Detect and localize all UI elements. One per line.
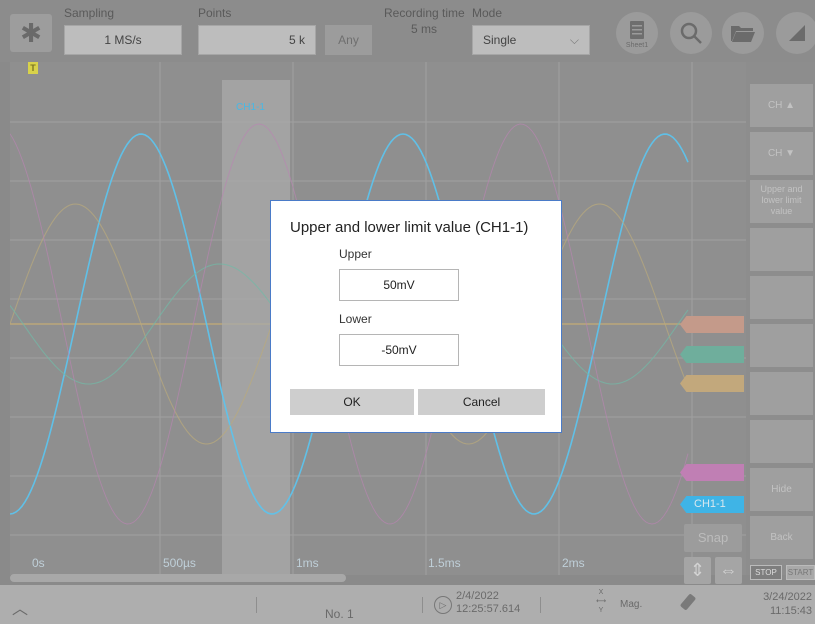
search-icon[interactable] [670,12,712,54]
hide-button[interactable]: Hide [750,468,813,511]
side-button-empty[interactable] [750,372,813,415]
upper-label: Upper [339,247,372,261]
band-label: CH1-1 [236,102,265,113]
play-icon: ▷ [434,596,452,614]
side-panel: CH ▲ CH ▼ Upper and lower limit value Hi… [746,62,815,575]
channel-tag[interactable] [680,346,744,363]
ch-up-button[interactable]: CH ▲ [750,84,813,127]
side-button-empty[interactable] [750,420,813,463]
mode-label: Mode [472,6,503,20]
x-tick: 1.5ms [428,556,461,570]
side-button-empty[interactable] [750,324,813,367]
points-field[interactable]: 5 k [198,25,316,55]
limit-value-button[interactable]: Upper and lower limit value [750,180,813,223]
sampling-label: Sampling [64,6,115,20]
mode-value: Single [483,33,517,47]
ch-down-button[interactable]: CH ▼ [750,132,813,175]
x-tick: 0s [32,556,45,570]
ok-button[interactable]: OK [290,389,414,415]
mode-select[interactable]: Single ⌵ [472,25,590,55]
xy-mag-icon[interactable]: X ⟷ Y [586,588,616,622]
separator [256,597,257,613]
channel-tag[interactable] [680,375,744,392]
channel-tag-ch1-1[interactable]: CH1-1 [680,496,744,513]
top-toolbar: ✱ Sampling 1 MS/s Points 5 k Any Recordi… [0,0,815,62]
start-button[interactable]: START [786,565,815,580]
axis-y-label: Y [598,607,604,614]
upper-input[interactable]: 50mV [339,269,459,301]
gear-icon[interactable]: ✱ [10,14,52,52]
horizontal-arrows-icon[interactable]: ⇔ [715,557,742,584]
trigger-date: 2/4/2022 [456,590,499,602]
any-button[interactable]: Any [325,25,372,55]
clock: 3/24/2022 11:15:43 [760,590,812,618]
status-bar: ︿ No. 1 ▷ 2/4/2022 12:25:57.614 X ⟷ Y Ma… [0,585,815,624]
back-button[interactable]: Back [750,516,813,559]
channel-tag[interactable] [680,316,744,333]
points-label: Points [198,6,232,20]
snap-button[interactable]: Snap [684,524,742,552]
folder-open-icon[interactable] [722,12,764,54]
limit-value-dialog: Upper and lower limit value (CH1-1) Uppe… [270,200,562,433]
expand-icon[interactable] [776,12,815,54]
separator [422,597,423,613]
recording-time-label: Recording time [384,6,465,20]
vertical-arrows-icon[interactable]: ⇕ [684,557,711,584]
mag-label: Mag. [620,599,643,610]
clock-time: 11:15:43 [769,605,812,617]
separator [540,597,541,613]
cancel-button[interactable]: Cancel [418,389,545,415]
side-button-empty[interactable] [750,228,813,271]
trigger-time: 12:25:57.614 [456,603,521,615]
recording-time-value: 5 ms [410,22,437,36]
x-tick: 500µs [163,556,196,570]
dialog-title: Upper and lower limit value (CH1-1) [290,219,529,236]
x-tick: 2ms [562,556,585,570]
record-number: No. 1 [325,607,354,621]
lower-label: Lower [339,312,372,326]
axis-x-label: X [598,589,604,596]
trigger-marker[interactable]: T [28,62,38,74]
trigger-timestamp: 2/4/2022 12:25:57.614 [456,590,520,616]
sheet-label: Sheet1 [625,42,649,49]
sheet-icon[interactable]: Sheet1 [616,12,658,54]
clock-date: 3/24/2022 [763,591,812,603]
x-tick: 1ms [296,556,319,570]
usb-icon [678,592,698,619]
chevron-down-icon: ⌵ [569,33,579,47]
stop-button[interactable]: STOP [750,565,782,580]
horizontal-scrollbar[interactable] [10,574,346,582]
chevron-up-icon[interactable]: ︿ [12,595,28,619]
channel-tag[interactable] [680,464,744,481]
sampling-field[interactable]: 1 MS/s [64,25,182,55]
lower-input[interactable]: -50mV [339,334,459,366]
side-button-empty[interactable] [750,276,813,319]
